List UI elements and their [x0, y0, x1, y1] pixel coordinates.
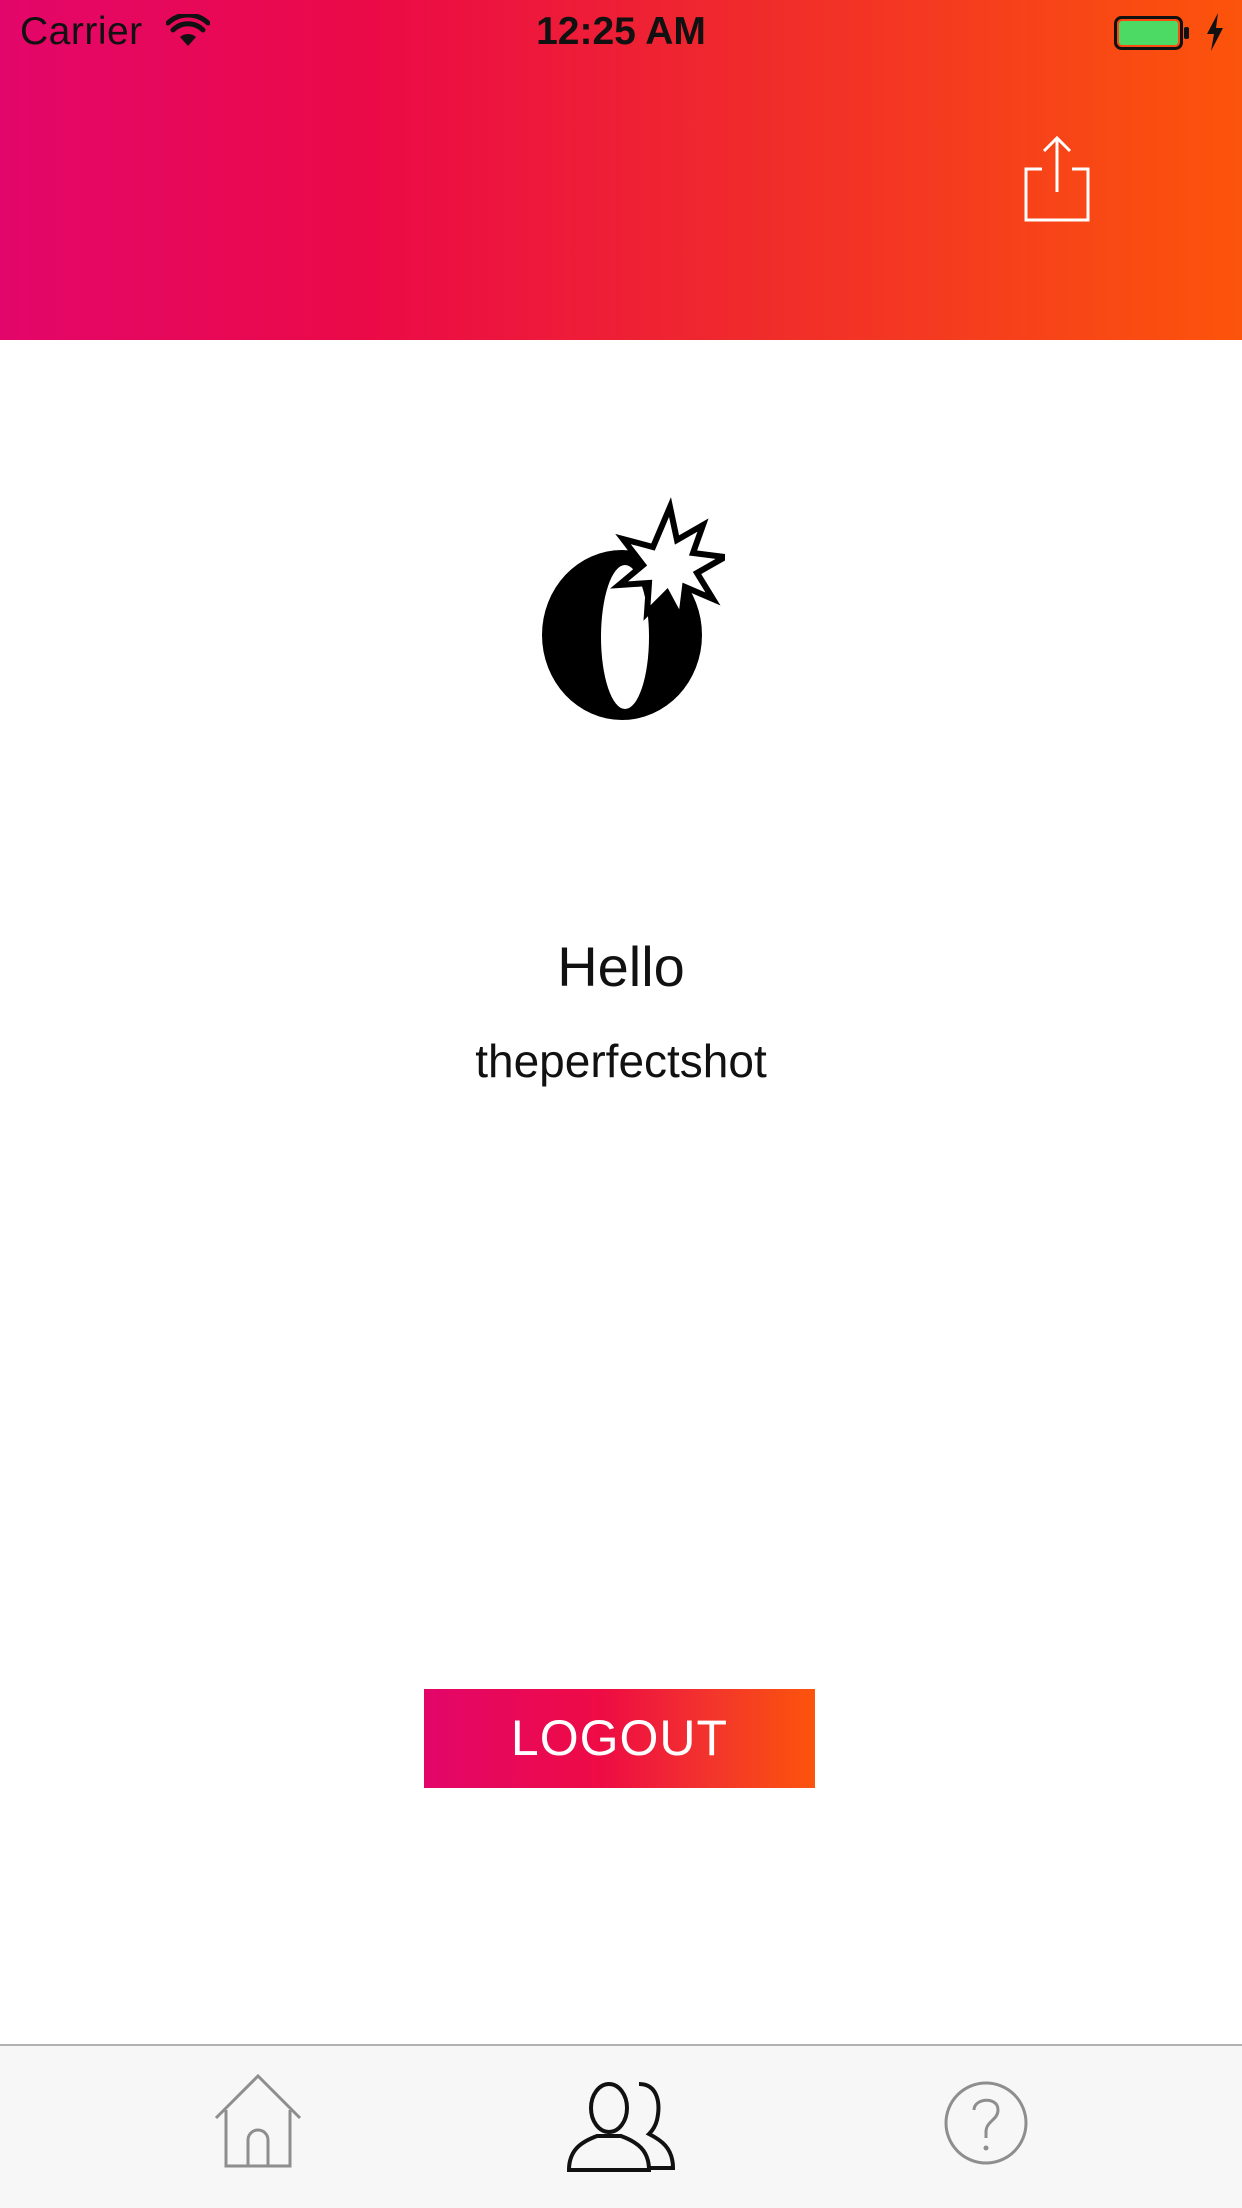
tab-users[interactable] [561, 2066, 681, 2176]
charging-bolt-icon [1207, 13, 1223, 51]
username-text: theperfectshot [475, 1035, 767, 1087]
bomb-logo-icon [542, 497, 725, 720]
home-icon [214, 2073, 302, 2168]
logout-button[interactable]: LOGOUT [424, 1689, 815, 1788]
users-icon [566, 2082, 676, 2172]
status-bar: Carrier 12:25 AM [0, 0, 1242, 66]
battery-icon [1114, 16, 1189, 50]
greeting-text: Hello [557, 935, 685, 998]
help-icon [944, 2081, 1028, 2165]
tab-help[interactable] [926, 2066, 1046, 2176]
status-time: 12:25 AM [536, 10, 706, 53]
header-bar: Carrier 12:25 AM [0, 0, 1242, 340]
tab-home[interactable] [198, 2066, 318, 2176]
share-button[interactable] [1020, 134, 1094, 224]
tab-bar [0, 2044, 1242, 2208]
